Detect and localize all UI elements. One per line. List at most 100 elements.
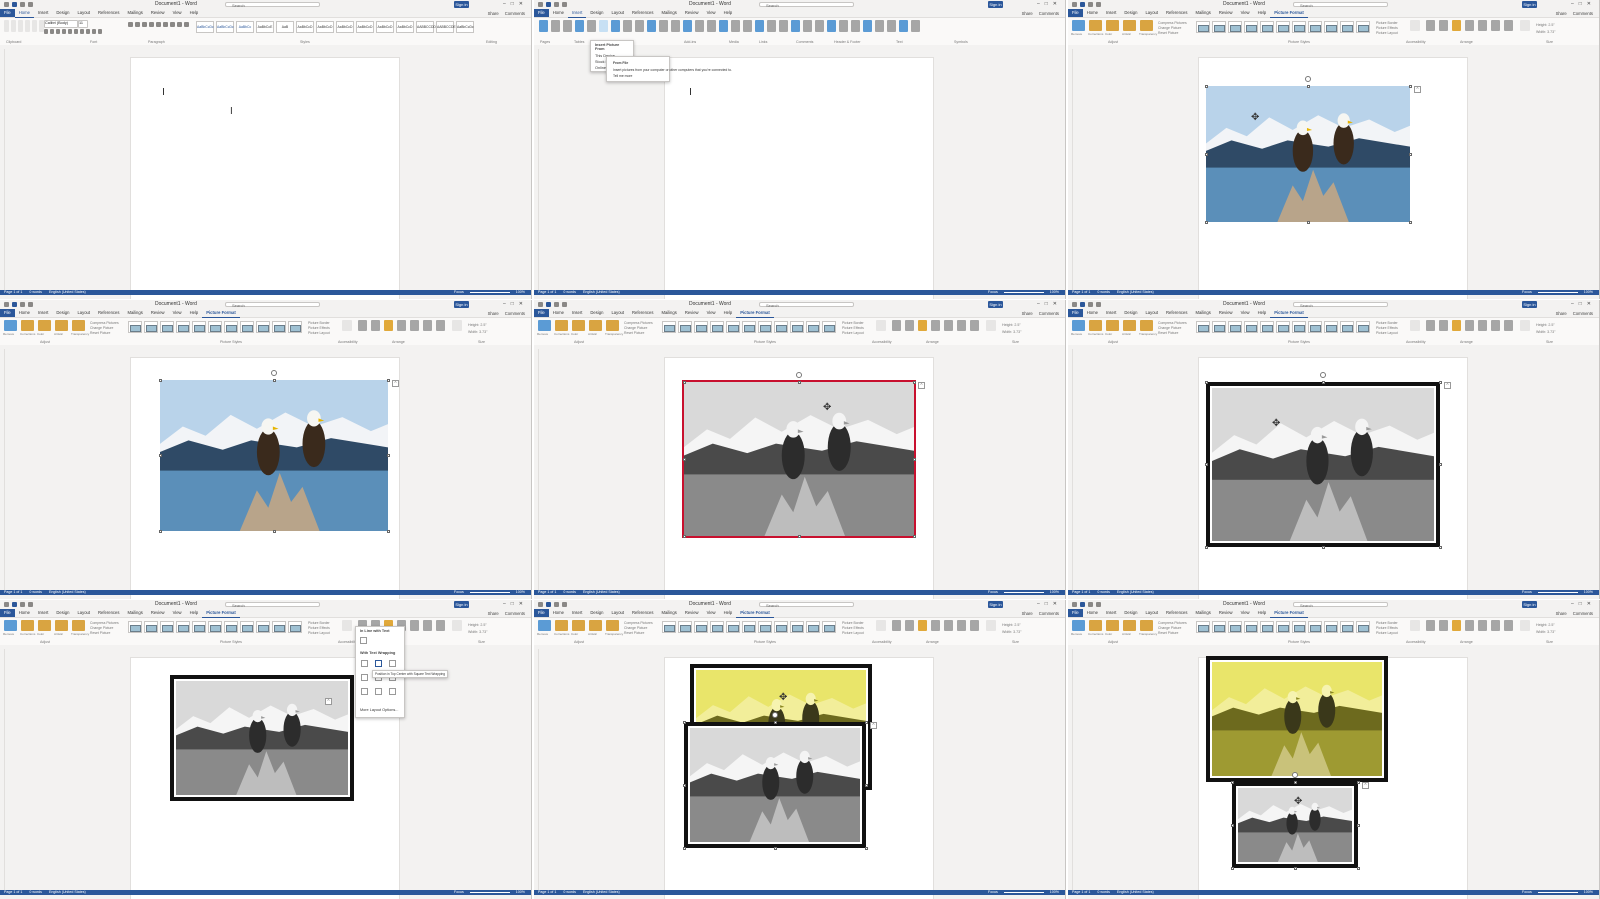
comments-button[interactable]: Comments <box>505 611 525 616</box>
comments-button[interactable]: Comments <box>1039 611 1059 616</box>
focus-mode[interactable]: Focus <box>1522 590 1532 595</box>
share-button[interactable]: Share <box>1556 11 1567 16</box>
redo-icon[interactable] <box>1096 302 1101 307</box>
redo-icon[interactable] <box>1096 602 1101 607</box>
format-button[interactable] <box>50 29 54 34</box>
resize-handle[interactable] <box>1408 152 1412 156</box>
tab-help[interactable]: Help <box>1254 309 1271 317</box>
picture-style-thumbnail[interactable] <box>710 321 724 333</box>
tab-references[interactable]: References <box>94 609 123 617</box>
zoom-level[interactable]: 100% <box>1050 890 1059 895</box>
picture-style-thumbnail[interactable] <box>272 621 286 633</box>
window-controls[interactable]: –□✕ <box>1571 0 1596 9</box>
redo-icon[interactable] <box>562 302 567 307</box>
insert-ribbon-button[interactable] <box>755 20 764 32</box>
insert-ribbon-button[interactable] <box>875 20 884 32</box>
tab-file[interactable]: File <box>534 609 549 617</box>
insert-ribbon-button[interactable] <box>911 20 920 32</box>
focus-mode[interactable]: Focus <box>988 590 998 595</box>
undo-icon[interactable] <box>20 302 25 307</box>
picture-adjust-button[interactable] <box>1072 620 1085 631</box>
insert-ribbon-button[interactable] <box>635 20 644 32</box>
zoom-slider[interactable] <box>1537 592 1578 593</box>
picture-adjust-button[interactable] <box>555 320 568 331</box>
picture-style-thumbnail[interactable] <box>1228 621 1242 633</box>
tab-view[interactable]: View <box>1237 9 1254 17</box>
picture-style-thumbnail[interactable] <box>1340 21 1354 33</box>
tab-insert[interactable]: Insert <box>34 309 52 317</box>
picture-style-thumbnail[interactable] <box>176 621 190 633</box>
wrap-position-option[interactable] <box>389 688 396 695</box>
tab-help[interactable]: Help <box>720 609 737 617</box>
picture-style-thumbnail[interactable] <box>1212 21 1226 33</box>
zoom-level[interactable]: 100% <box>1584 590 1593 595</box>
insert-ribbon-button[interactable] <box>767 20 776 32</box>
picture-style-thumbnail[interactable] <box>240 621 254 633</box>
language[interactable]: English (United States) <box>1117 890 1154 895</box>
style-gallery-item[interactable]: AaBbCcD <box>376 21 394 33</box>
autosave-toggle[interactable] <box>4 2 9 7</box>
adjust-option[interactable]: Reset Picture <box>90 331 110 335</box>
picture-adjust-button[interactable] <box>21 620 34 631</box>
arrange-button[interactable] <box>410 320 419 331</box>
tab-file[interactable]: File <box>0 609 15 617</box>
save-icon[interactable] <box>546 602 551 607</box>
tab-insert[interactable]: Insert <box>567 9 587 18</box>
width-field[interactable]: Width: 3.73" <box>1002 630 1021 634</box>
layout-options-button[interactable]: ⌃ <box>1362 782 1369 789</box>
tab-file[interactable]: File <box>534 309 549 317</box>
picture-style-thumbnail[interactable] <box>1244 321 1258 333</box>
picture-style-thumbnail[interactable] <box>758 321 772 333</box>
resize-handle[interactable] <box>1230 866 1234 870</box>
picture-adjust-button[interactable] <box>55 620 68 631</box>
picture-style-thumbnail[interactable] <box>208 621 222 633</box>
tab-help[interactable]: Help <box>1254 9 1271 17</box>
arrange-button[interactable] <box>1452 20 1461 31</box>
arrange-button[interactable] <box>970 320 979 331</box>
picture-adjust-button[interactable] <box>1140 320 1153 331</box>
picture-adjust-button[interactable] <box>1140 620 1153 631</box>
tab-help[interactable]: Help <box>186 9 203 17</box>
picture-adjust-button[interactable] <box>572 620 585 631</box>
insert-ribbon-button[interactable] <box>851 20 860 32</box>
tab-references[interactable]: References <box>1162 309 1191 317</box>
picture-style-option[interactable]: Picture Border <box>1376 321 1398 325</box>
sign-in-button[interactable]: Sign in <box>454 601 469 608</box>
zoom-level[interactable]: 100% <box>516 890 525 895</box>
alt-text-button[interactable] <box>1410 620 1420 631</box>
tab-insert[interactable]: Insert <box>568 309 586 317</box>
window-controls[interactable]: –□✕ <box>1037 0 1062 9</box>
picture-style-thumbnail[interactable] <box>774 321 788 333</box>
insert-ribbon-button[interactable] <box>839 20 848 32</box>
adjust-option[interactable]: Compress Pictures <box>624 621 653 625</box>
arrange-button[interactable] <box>1491 20 1500 31</box>
crop-button[interactable] <box>1520 620 1530 631</box>
sign-in-button[interactable]: Sign in <box>988 1 1003 8</box>
picture-style-option[interactable]: Picture Border <box>842 321 864 325</box>
picture-style-thumbnail[interactable] <box>1196 621 1210 633</box>
picture-style-thumbnail[interactable] <box>758 621 772 633</box>
language[interactable]: English (United States) <box>1117 290 1154 295</box>
layout-options-button[interactable]: ⌃ <box>1444 382 1451 389</box>
picture-style-option[interactable]: Picture Border <box>842 621 864 625</box>
insert-ribbon-button[interactable] <box>707 20 716 32</box>
adjust-option[interactable]: Reset Picture <box>624 331 644 335</box>
picture-adjust-button[interactable] <box>55 320 68 331</box>
crop-button[interactable] <box>986 620 996 631</box>
rotate-handle[interactable] <box>772 712 778 718</box>
style-gallery-item[interactable]: AaBbCcD <box>396 21 414 33</box>
resize-handle[interactable] <box>1204 84 1208 88</box>
sign-in-button[interactable]: Sign in <box>454 301 469 308</box>
search-box[interactable]: Search <box>1293 2 1388 8</box>
resize-handle[interactable] <box>158 529 162 533</box>
tab-view[interactable]: View <box>703 309 720 317</box>
focus-mode[interactable]: Focus <box>1522 290 1532 295</box>
picture-style-thumbnail[interactable] <box>1276 321 1290 333</box>
zoom-level[interactable]: 100% <box>1050 590 1059 595</box>
tab-design[interactable]: Design <box>52 609 73 617</box>
picture-style-option[interactable]: Picture Border <box>308 621 330 625</box>
insert-ribbon-button[interactable] <box>563 20 572 32</box>
insert-ribbon-button[interactable] <box>899 20 908 32</box>
picture-adjust-button[interactable] <box>1140 20 1153 31</box>
picture-style-thumbnail[interactable] <box>144 321 158 333</box>
